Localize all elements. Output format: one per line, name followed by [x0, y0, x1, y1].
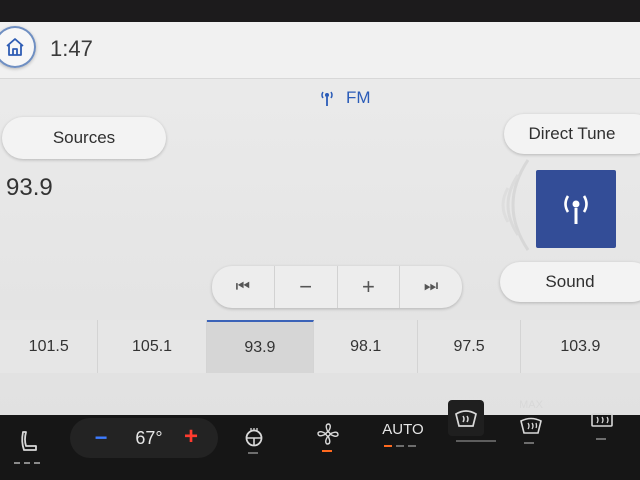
- tune-up-button[interactable]: +: [338, 266, 401, 308]
- sound-label: Sound: [545, 272, 595, 291]
- steering-heat-level: [248, 452, 258, 454]
- windshield-defrost-icon: [455, 410, 477, 427]
- direct-tune-button[interactable]: Direct Tune: [504, 114, 640, 154]
- clock: 1:47: [50, 36, 93, 61]
- preset-label: 101.5: [28, 337, 69, 355]
- preset-button[interactable]: 98.1: [314, 320, 419, 373]
- station-art-tile: [536, 170, 616, 248]
- antenna-icon: [564, 195, 588, 224]
- infotainment-screen: 1:47 FM Sources Direct Tune 93.9 Sound ⏮: [0, 22, 640, 415]
- antenna-icon: [321, 91, 333, 106]
- temperature-down-button[interactable]: −: [88, 424, 114, 452]
- seek-previous-icon: ⏮: [235, 278, 251, 295]
- temperature-value: 67°: [135, 427, 163, 448]
- auto-indicator: [396, 445, 404, 447]
- max-defrost-button[interactable]: [516, 412, 546, 438]
- preset-button[interactable]: 101.5: [0, 320, 99, 373]
- rear-defrost-indicator: [596, 438, 606, 440]
- preset-button[interactable]: 97.5: [418, 320, 521, 373]
- plus-icon: +: [361, 274, 375, 299]
- preset-label: 98.1: [350, 337, 382, 355]
- auto-label: AUTO: [382, 420, 424, 438]
- minus-icon: −: [299, 274, 313, 299]
- home-button[interactable]: [0, 26, 36, 68]
- preset-button[interactable]: 105.1: [98, 320, 207, 373]
- max-label: MAX: [519, 399, 543, 411]
- max-defrost-label-wrap: MAX: [514, 398, 548, 412]
- direct-tune-label: Direct Tune: [528, 124, 616, 143]
- auto-indicator: [384, 445, 392, 447]
- fan-indicator: [322, 450, 332, 452]
- heated-steering-icon: [245, 428, 263, 447]
- band-indicator: FM: [318, 88, 371, 108]
- seat-heat-icon: [21, 431, 37, 451]
- fan-icon: [317, 423, 339, 445]
- max-defrost-icon: [520, 417, 542, 434]
- fan-button[interactable]: [314, 420, 342, 448]
- windshield-defrost-button[interactable]: [448, 400, 484, 436]
- preset-label: 97.5: [453, 337, 485, 355]
- status-bar: 1:47: [0, 22, 640, 79]
- tune-down-button[interactable]: −: [275, 266, 338, 308]
- plus-icon: +: [183, 423, 198, 450]
- defrost-indicator: [456, 440, 496, 442]
- preset-label: 93.9: [244, 338, 276, 356]
- preset-label: 105.1: [132, 337, 173, 355]
- rear-defrost-button[interactable]: [588, 410, 616, 432]
- seek-next-icon: ⏭: [423, 278, 439, 295]
- minus-icon: −: [94, 425, 108, 450]
- preset-button-active[interactable]: 93.9: [206, 320, 315, 373]
- preset-bar: 101.5 105.1 93.9 98.1 97.5 103.9: [0, 320, 640, 373]
- band-label: FM: [346, 88, 371, 107]
- auto-climate-button[interactable]: AUTO: [380, 418, 426, 440]
- auto-indicator: [408, 445, 416, 447]
- max-defrost-indicator: [524, 442, 534, 444]
- seek-previous-button[interactable]: ⏮: [212, 266, 275, 308]
- rear-defrost-icon: [591, 413, 613, 427]
- transport-controls: ⏮ − + ⏭: [212, 266, 462, 308]
- seat-heat-level: [24, 462, 30, 464]
- temperature-up-button[interactable]: +: [178, 422, 204, 452]
- sources-button[interactable]: Sources: [2, 117, 166, 159]
- seat-heat-level: [14, 462, 20, 464]
- seat-heat-level: [34, 462, 40, 464]
- heated-steering-button[interactable]: [240, 424, 268, 450]
- temperature-readout: 67°: [124, 424, 174, 452]
- sound-button[interactable]: Sound: [500, 262, 640, 302]
- preset-label: 103.9: [560, 337, 601, 355]
- sources-label: Sources: [52, 128, 116, 147]
- current-frequency: 93.9: [6, 174, 53, 201]
- seat-heat-button[interactable]: [14, 428, 44, 456]
- preset-button[interactable]: 103.9: [520, 320, 640, 373]
- seek-next-button[interactable]: ⏭: [400, 266, 462, 308]
- home-icon: [6, 38, 24, 56]
- signal-waves-decoration: [501, 159, 530, 251]
